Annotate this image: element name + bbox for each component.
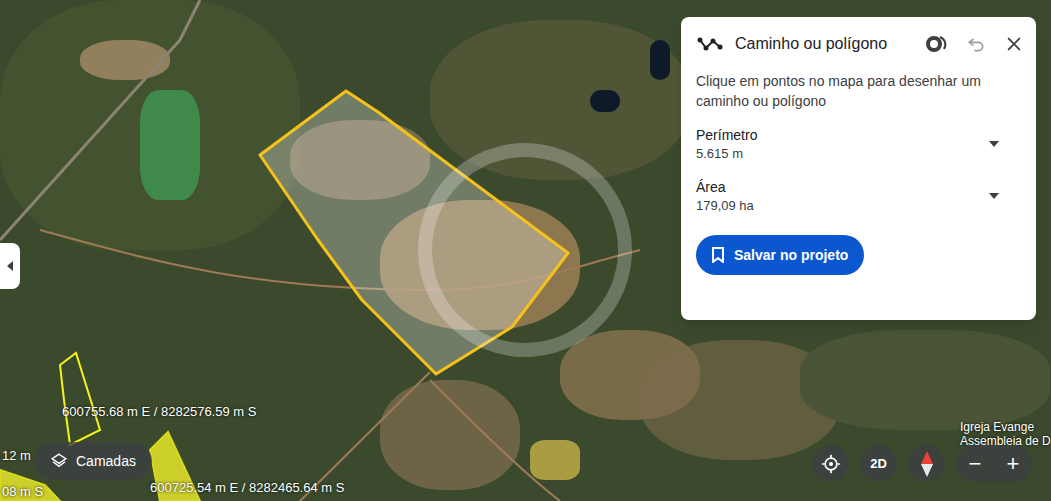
measure-panel: Caminho ou polígono Clique em pontos no … bbox=[681, 17, 1036, 320]
view-mode-label: 2D bbox=[870, 454, 887, 474]
measurement-label: Perímetro bbox=[696, 125, 988, 145]
location-icon bbox=[821, 454, 841, 474]
zoom-in-button[interactable]: + bbox=[994, 453, 1032, 475]
measurement-value: 179,09 ha bbox=[696, 197, 988, 215]
close-icon[interactable] bbox=[1004, 34, 1024, 54]
save-button-label: Salvar no projeto bbox=[734, 245, 848, 266]
bookmark-icon bbox=[712, 247, 724, 263]
place-label[interactable]: Igreja Evange Assembleia de D bbox=[960, 420, 1051, 448]
compass-button[interactable] bbox=[908, 445, 945, 482]
save-button[interactable]: Salvar no projeto bbox=[696, 235, 864, 275]
zoom-out-button[interactable]: − bbox=[956, 453, 994, 475]
place-label-line: Igreja Evange bbox=[960, 420, 1051, 434]
coordinate-label: 600725.54 m E / 8282465.64 m S bbox=[150, 480, 344, 495]
undo-icon[interactable] bbox=[966, 34, 986, 54]
dropdown-arrow-icon[interactable] bbox=[988, 140, 1000, 148]
dropdown-arrow-icon[interactable] bbox=[988, 192, 1000, 200]
layers-button[interactable]: Camadas bbox=[34, 442, 152, 480]
coordinate-label: 600755.68 m E / 8282576.59 m S bbox=[62, 404, 256, 419]
measurement-row[interactable]: Área179,09 ha bbox=[681, 177, 1036, 215]
measurement-value: 5.615 m bbox=[696, 145, 988, 163]
side-panel-toggle[interactable] bbox=[0, 243, 20, 289]
layers-icon bbox=[50, 452, 68, 470]
path-icon bbox=[697, 36, 723, 52]
panel-title: Caminho ou polígono bbox=[735, 32, 912, 56]
view-mode-button[interactable]: 2D bbox=[860, 445, 897, 482]
my-location-button[interactable] bbox=[812, 445, 849, 482]
map-view[interactable]: 600755.68 m E / 8282576.59 m S 600725.54 … bbox=[0, 0, 1051, 501]
compass-icon bbox=[920, 451, 934, 477]
measurement-label: Área bbox=[696, 177, 988, 197]
panel-instructions: Clique em pontos no mapa para desenhar u… bbox=[681, 71, 1036, 111]
coordinate-label: 08 m S bbox=[2, 484, 43, 499]
chevron-left-icon bbox=[6, 261, 14, 271]
measurement-row[interactable]: Perímetro5.615 m bbox=[681, 125, 1036, 163]
zoom-control: − + bbox=[956, 445, 1032, 482]
units-toggle-icon[interactable] bbox=[924, 34, 948, 54]
layers-label: Camadas bbox=[76, 451, 136, 472]
coordinate-label: 12 m bbox=[2, 448, 31, 463]
